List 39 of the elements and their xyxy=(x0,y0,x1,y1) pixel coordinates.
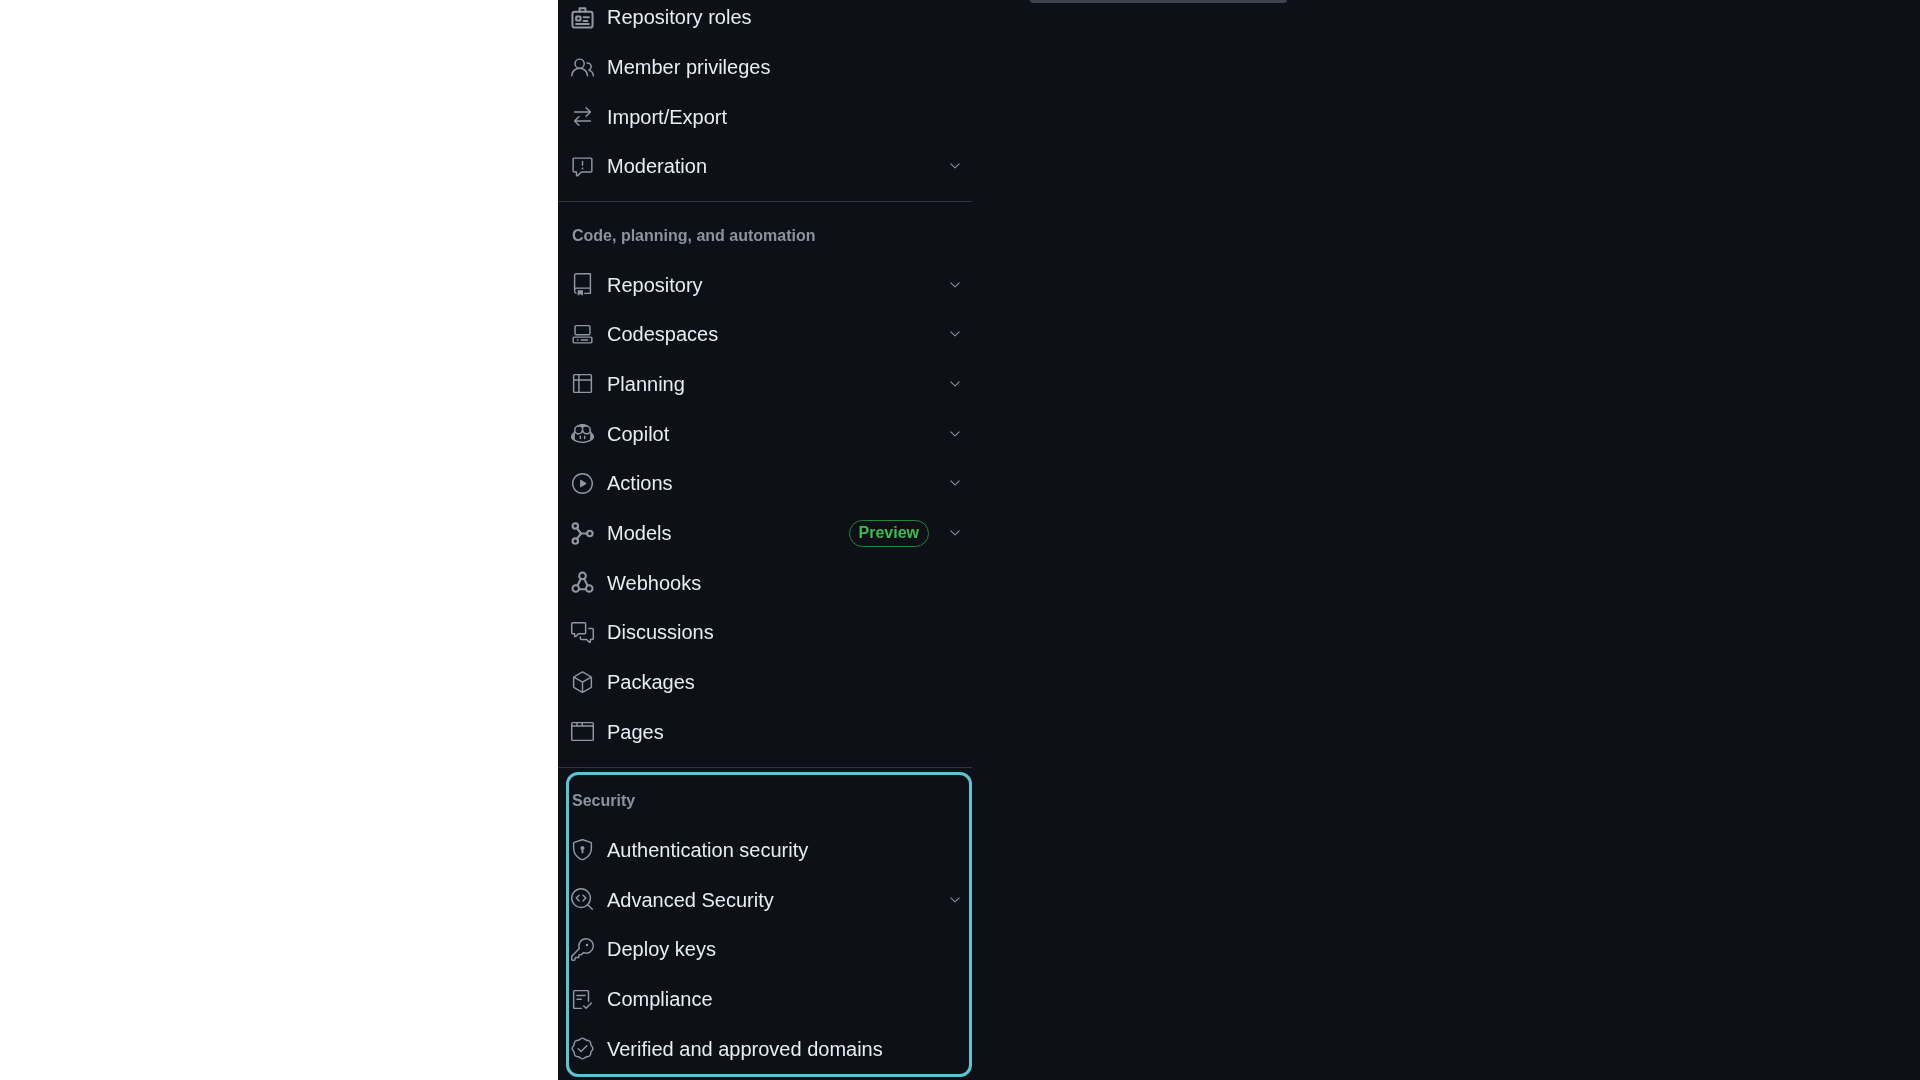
robot-head-icon xyxy=(571,422,594,446)
sidebar-item[interactable]: Models Preview xyxy=(569,508,969,558)
speech-bubble-alert-icon xyxy=(571,154,594,178)
people-icon xyxy=(571,55,594,79)
sidebar-item[interactable]: Verified and approved domains xyxy=(569,1023,969,1074)
sidebar-item[interactable]: Copilot xyxy=(569,408,969,459)
cube-icon xyxy=(571,670,594,694)
sidebar-item[interactable]: Member privileges xyxy=(569,42,969,92)
arrows-switch-icon xyxy=(571,105,594,129)
document-check-icon xyxy=(571,987,594,1011)
browser-window-icon xyxy=(571,720,594,744)
sidebar-item[interactable]: Planning xyxy=(569,359,969,409)
sidebar-item[interactable]: Deploy keys xyxy=(569,924,969,975)
sidebar-item[interactable]: Codespaces xyxy=(569,309,969,360)
table-icon xyxy=(571,372,594,396)
id-badge-icon xyxy=(571,5,594,29)
sidebar-item[interactable]: Webhooks xyxy=(569,557,969,608)
webhook-icon xyxy=(571,571,594,595)
computer-icon xyxy=(571,322,594,346)
sidebar-item[interactable]: Compliance xyxy=(569,974,969,1024)
section-heading: Security xyxy=(571,791,637,812)
chat-bubbles-icon xyxy=(571,620,594,644)
check-badge-icon xyxy=(571,1037,594,1061)
sidebar-item[interactable]: Actions xyxy=(569,458,969,509)
magnifier-code-icon xyxy=(571,888,594,912)
section-heading: Code, planning, and automation xyxy=(571,225,817,246)
sidebar-item[interactable]: Moderation xyxy=(569,141,969,192)
sidebar-item[interactable]: Repository roles xyxy=(569,0,969,43)
sidebar-item[interactable]: Import/Export xyxy=(569,91,969,142)
nodes-icon xyxy=(571,521,594,545)
sidebar-item[interactable]: Packages xyxy=(569,657,969,707)
sidebar-item[interactable]: Repository xyxy=(569,259,969,310)
shield-lock-icon xyxy=(571,838,594,862)
sidebar-item[interactable]: Advanced Security xyxy=(569,874,969,925)
sidebar-item[interactable]: Pages xyxy=(569,706,969,757)
sidebar-item[interactable]: Authentication security xyxy=(569,825,969,875)
sidebar-item[interactable]: Discussions xyxy=(569,607,969,658)
book-icon xyxy=(571,273,594,297)
key-icon xyxy=(571,937,594,961)
